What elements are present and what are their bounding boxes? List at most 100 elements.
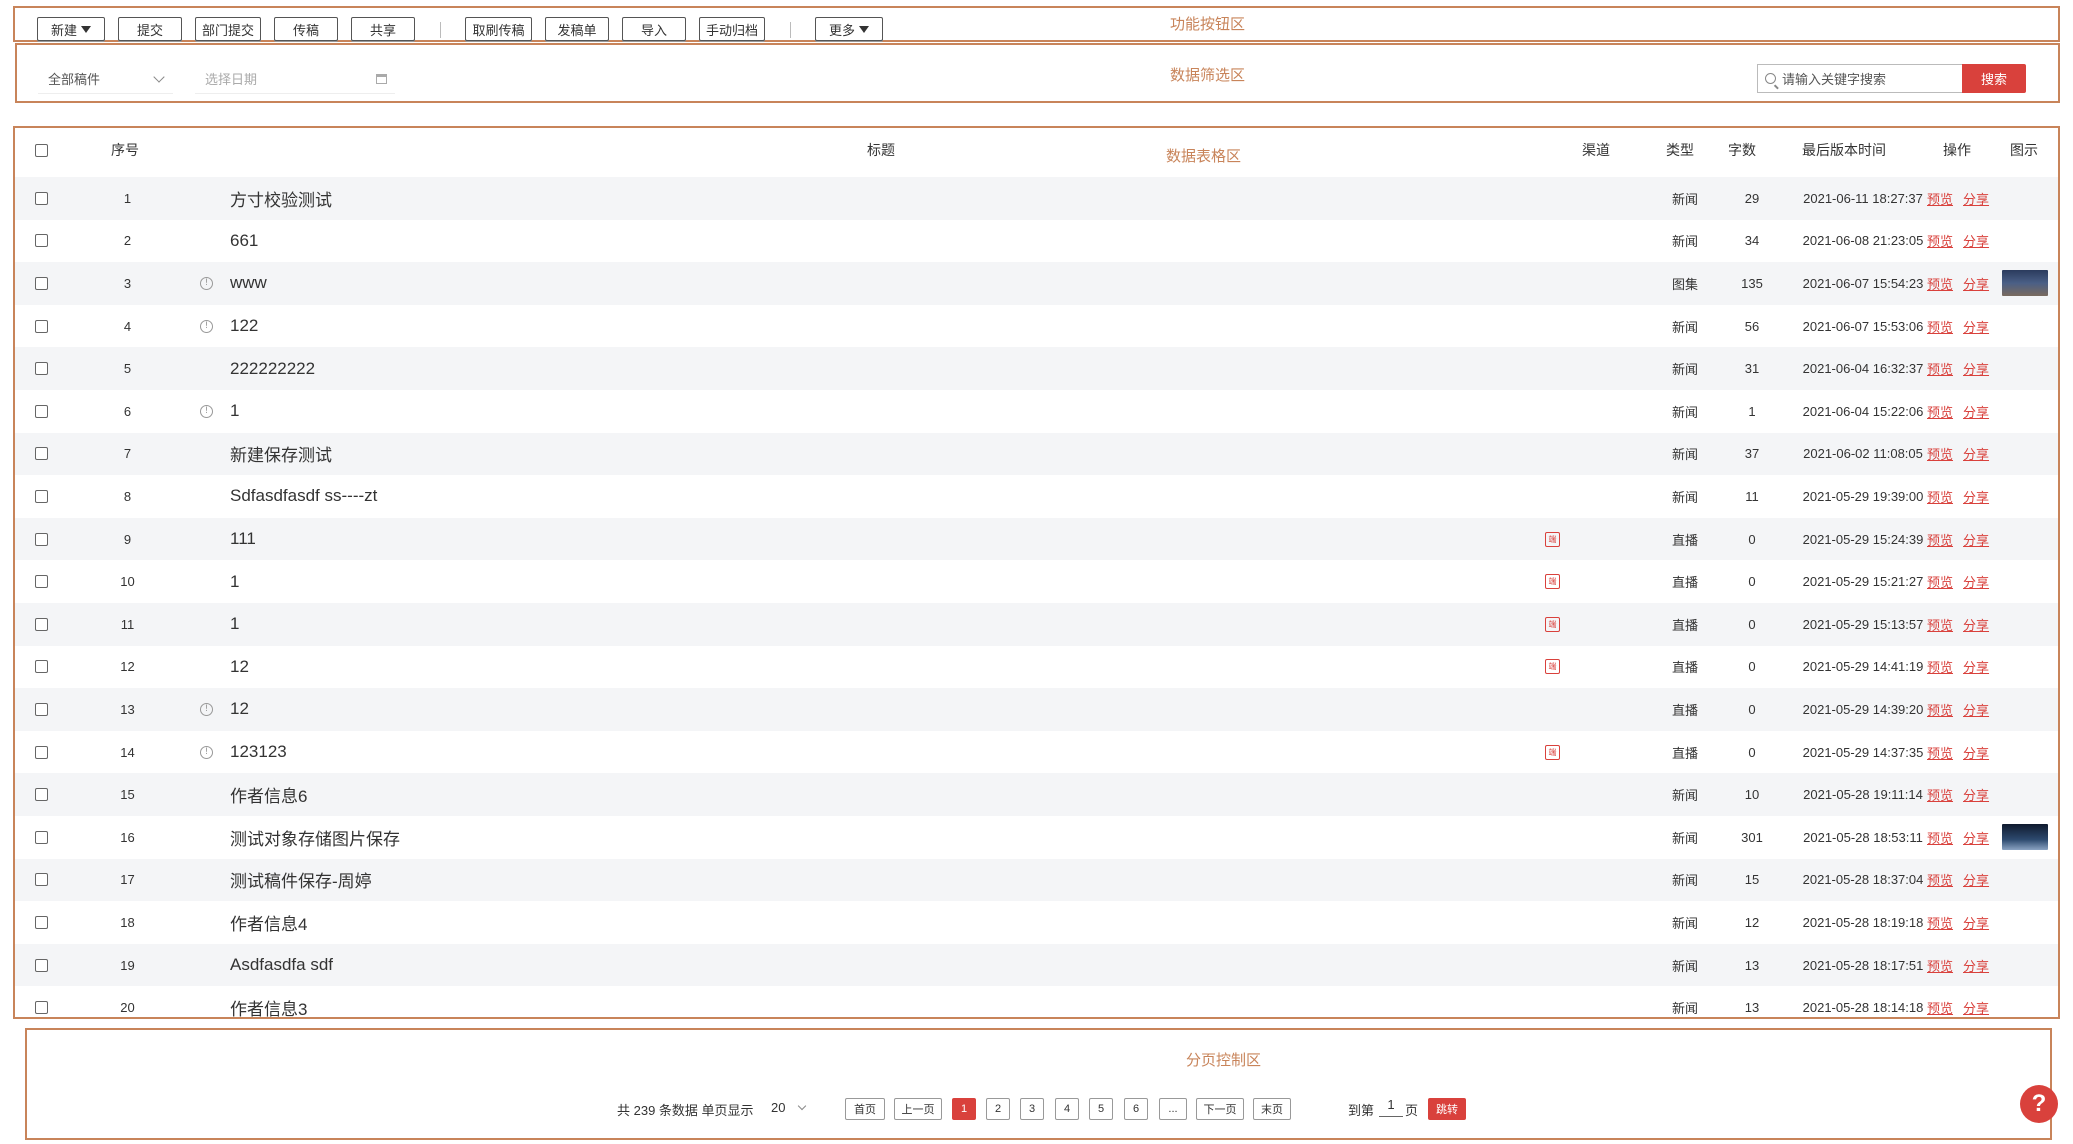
share-link[interactable]: 分享 [1963, 189, 1989, 208]
table-row[interactable]: 20 作者信息3 新闻 13 2021-05-28 18:14:18 预览 分享 [15, 986, 2058, 1029]
share-link[interactable]: 分享 [1963, 615, 1989, 634]
share-link[interactable]: 分享 [1963, 998, 1989, 1017]
row-title[interactable]: www [230, 262, 267, 305]
preview-link[interactable]: 预览 [1927, 998, 1953, 1017]
table-row[interactable]: 13! 12 直播 0 2021-05-29 14:39:20 预览 分享 [15, 688, 2058, 731]
select-all-checkbox[interactable] [35, 144, 48, 157]
row-title[interactable]: 12 [230, 646, 249, 689]
submit-button[interactable]: 提交 [118, 17, 182, 41]
preview-link[interactable]: 预览 [1927, 402, 1953, 421]
table-row[interactable]: 11 1 端直播 0 2021-05-29 15:13:57 预览 分享 [15, 603, 2058, 646]
preview-link[interactable]: 预览 [1927, 317, 1953, 336]
first-page-button[interactable]: 首页 [845, 1098, 885, 1120]
share-link[interactable]: 分享 [1963, 231, 1989, 250]
row-title[interactable]: 1 [230, 390, 239, 433]
page-size-select[interactable]: 20 [771, 1100, 807, 1115]
share-link[interactable]: 分享 [1963, 785, 1989, 804]
share-link[interactable]: 分享 [1963, 359, 1989, 378]
table-row[interactable]: 18 作者信息4 新闻 12 2021-05-28 18:19:18 预览 分享 [15, 901, 2058, 944]
last-page-button[interactable]: 末页 [1253, 1098, 1291, 1120]
table-row[interactable]: 3! www 图集 135 2021-06-07 15:54:23 预览 分享 [15, 262, 2058, 305]
preview-link[interactable]: 预览 [1927, 487, 1953, 506]
preview-link[interactable]: 预览 [1927, 274, 1953, 293]
table-row[interactable]: 5 222222222 新闻 31 2021-06-04 16:32:37 预览 分享 [15, 347, 2058, 390]
row-title[interactable]: Asdfasdfa sdf [230, 944, 333, 987]
cancel-transmit-button[interactable]: 取刷传稿 [465, 17, 532, 41]
share-link[interactable]: 分享 [1963, 317, 1989, 336]
share-link[interactable]: 分享 [1963, 870, 1989, 889]
row-title[interactable]: 作者信息3 [230, 986, 307, 1029]
search-input[interactable]: 请输入关键字搜索 [1757, 64, 1962, 93]
share-link[interactable]: 分享 [1963, 913, 1989, 932]
preview-link[interactable]: 预览 [1927, 700, 1953, 719]
scope-select[interactable]: 全部稿件 [38, 64, 173, 94]
share-link[interactable]: 分享 [1963, 274, 1989, 293]
row-title[interactable]: 222222222 [230, 347, 315, 390]
preview-link[interactable]: 预览 [1927, 657, 1953, 676]
preview-link[interactable]: 预览 [1927, 530, 1953, 549]
manual-archive-button[interactable]: 手动归档 [699, 17, 765, 41]
preview-link[interactable]: 预览 [1927, 572, 1953, 591]
table-row[interactable]: 8 Sdfasdfasdf ss----zt 新闻 11 2021-05-29 19:3… [15, 475, 2058, 518]
table-row[interactable]: 6! 1 新闻 1 2021-06-04 15:22:06 预览 分享 [15, 390, 2058, 433]
row-title[interactable]: 作者信息4 [230, 901, 307, 944]
goto-page-input[interactable]: 1 [1379, 1097, 1403, 1117]
share-link[interactable]: 分享 [1963, 956, 1989, 975]
more-button[interactable]: 更多 [815, 17, 883, 41]
preview-link[interactable]: 预览 [1927, 359, 1953, 378]
preview-link[interactable]: 预览 [1927, 785, 1953, 804]
page-button-6[interactable]: 6 [1124, 1098, 1148, 1120]
prev-page-button[interactable]: 上一页 [894, 1098, 942, 1120]
table-row[interactable]: 12 12 端直播 0 2021-05-29 14:41:19 预览 分享 [15, 646, 2058, 689]
page-button-3[interactable]: 3 [1020, 1098, 1044, 1120]
table-row[interactable]: 19 Asdfasdfa sdf 新闻 13 2021-05-28 18:17:51 预览… [15, 943, 2058, 987]
row-title[interactable]: 作者信息6 [230, 773, 307, 816]
preview-link[interactable]: 预览 [1927, 828, 1953, 847]
table-row[interactable]: 17 测试稿件保存-周婷 新闻 15 2021-05-28 18:37:04 预览 分享 [15, 858, 2058, 902]
dept-submit-button[interactable]: 部门提交 [195, 17, 261, 41]
row-title[interactable]: 661 [230, 220, 258, 263]
row-title[interactable]: 测试对象存储图片保存 [230, 816, 400, 859]
preview-link[interactable]: 预览 [1927, 743, 1953, 762]
import-button[interactable]: 导入 [622, 17, 686, 41]
preview-link[interactable]: 预览 [1927, 870, 1953, 889]
jump-button[interactable]: 跳转 [1428, 1098, 1466, 1120]
row-title[interactable]: 12 [230, 688, 249, 731]
share-link[interactable]: 分享 [1963, 657, 1989, 676]
share-link[interactable]: 分享 [1963, 743, 1989, 762]
table-row[interactable]: 14! 123123 端直播 0 2021-05-29 14:37:35 预览 分享 [15, 731, 2058, 774]
table-row[interactable]: 4! 122 新闻 56 2021-06-07 15:53:06 预览 分享 [15, 305, 2058, 348]
share-link[interactable]: 分享 [1963, 402, 1989, 421]
table-row[interactable]: 9 111 端直播 0 2021-05-29 15:24:39 预览 分享 [15, 517, 2058, 561]
share-link[interactable]: 分享 [1963, 487, 1989, 506]
preview-link[interactable]: 预览 [1927, 956, 1953, 975]
page-button-5[interactable]: 5 [1089, 1098, 1113, 1120]
preview-link[interactable]: 预览 [1927, 615, 1953, 634]
row-title[interactable]: 123123 [230, 731, 287, 774]
share-link[interactable]: 分享 [1963, 530, 1989, 549]
row-title[interactable]: 122 [230, 305, 258, 348]
table-row[interactable]: 7 新建保存测试 新闻 37 2021-06-02 11:08:05 预览 分享 [15, 432, 2058, 476]
search-button[interactable]: 搜索 [1962, 64, 2026, 93]
thumbnail-image[interactable] [2002, 270, 2048, 297]
thumbnail-image[interactable] [2002, 824, 2048, 851]
help-button[interactable]: ? [2020, 1085, 2058, 1123]
table-row[interactable]: 16 测试对象存储图片保存 新闻 301 2021-05-28 18:53:11 预览 分享 [15, 816, 2058, 859]
preview-link[interactable]: 预览 [1927, 231, 1953, 250]
share-link[interactable]: 分享 [1963, 700, 1989, 719]
row-title[interactable]: 测试稿件保存-周婷 [230, 859, 372, 902]
share-link[interactable]: 分享 [1963, 572, 1989, 591]
share-link[interactable]: 分享 [1963, 444, 1989, 463]
date-picker[interactable]: 选择日期 [195, 64, 395, 94]
page-button-1[interactable]: 1 [952, 1098, 976, 1120]
table-row[interactable]: 15 作者信息6 新闻 10 2021-05-28 19:11:14 预览 分享 [15, 773, 2058, 816]
page-button-2[interactable]: 2 [986, 1098, 1010, 1120]
table-row[interactable]: 1 方寸校验测试 新闻 29 2021-06-11 18:27:37 预览 分享 [15, 177, 2058, 220]
new-button[interactable]: 新建 [37, 17, 105, 41]
preview-link[interactable]: 预览 [1927, 913, 1953, 932]
preview-link[interactable]: 预览 [1927, 189, 1953, 208]
table-row[interactable]: 10 1 端直播 0 2021-05-29 15:21:27 预览 分享 [15, 560, 2058, 603]
transmit-button[interactable]: 传稿 [274, 17, 338, 41]
row-title[interactable]: Sdfasdfasdf ss----zt [230, 475, 377, 518]
preview-link[interactable]: 预览 [1927, 444, 1953, 463]
